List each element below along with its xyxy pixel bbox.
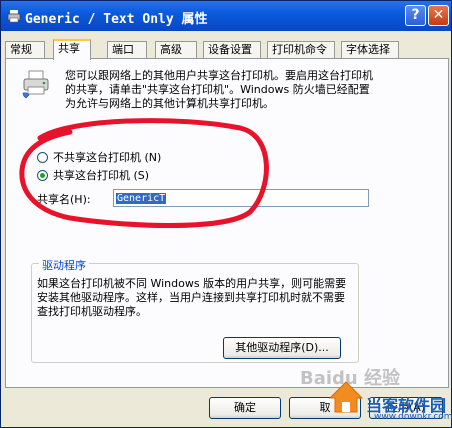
- tab-sharing[interactable]: 共享: [53, 39, 91, 60]
- drivers-description: 如果这台打印机被不同 Windows 版本的用户共享，则可能需要安装其他驱动程序…: [37, 277, 347, 318]
- radio-label: 共享这台打印机 (S): [53, 169, 150, 182]
- additional-drivers-button[interactable]: 其他驱动程序(D)...: [223, 337, 341, 359]
- share-name-value: GenericT: [116, 193, 167, 204]
- site-logo-icon: [328, 381, 364, 413]
- tab-device-settings[interactable]: 设备设置: [203, 41, 261, 58]
- radio-button-checked[interactable]: [37, 170, 48, 181]
- window-title: Generic / Text Only 属性: [25, 12, 208, 27]
- radio-not-shared[interactable]: 不共享这台打印机 (N): [37, 151, 197, 165]
- tab-general[interactable]: 常规: [5, 41, 45, 58]
- tab-font-selection[interactable]: 字体选择: [341, 41, 399, 58]
- tab-printer-commands[interactable]: 打印机命令: [267, 41, 335, 58]
- share-name-input[interactable]: GenericT: [113, 189, 369, 207]
- help-button[interactable]: ?: [405, 5, 426, 26]
- radio-shared[interactable]: 共享这台打印机 (S): [37, 169, 197, 183]
- radio-label: 不共享这台打印机 (N): [53, 151, 162, 164]
- radio-button[interactable]: [37, 152, 48, 163]
- tab-advanced[interactable]: 高级: [155, 41, 197, 58]
- sharing-description: 您可以跟网络上的其他用户共享这台打印机。要启用这台打印机的共享，请单击"共享这台…: [65, 69, 373, 110]
- shared-printer-icon: [22, 70, 49, 99]
- close-button[interactable]: ✕: [428, 5, 449, 26]
- site-url-watermark: www.downkr.com: [374, 412, 452, 422]
- tab-ports[interactable]: 端口: [107, 41, 147, 58]
- printer-icon: [7, 10, 21, 23]
- tab-strip: 常规 共享 端口 高级 设备设置 打印机命令 字体选择: [5, 39, 449, 60]
- title-bar[interactable]: Generic / Text Only 属性 ? ✕: [1, 1, 451, 31]
- drivers-group-title: 驱动程序: [39, 257, 89, 273]
- ok-button[interactable]: 确定: [209, 397, 281, 419]
- share-name-label: 共享名(H):: [37, 193, 91, 206]
